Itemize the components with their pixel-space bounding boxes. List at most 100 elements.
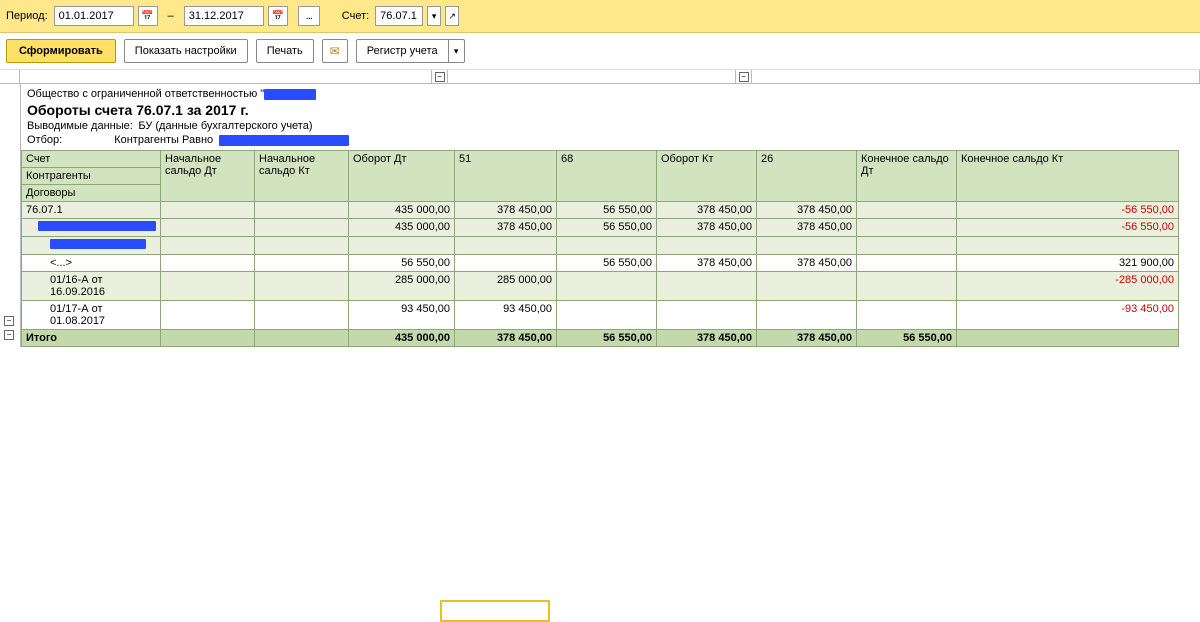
num-cell[interactable]: 321 900,00 (957, 255, 1179, 272)
num-cell[interactable] (455, 237, 557, 255)
num-cell[interactable] (557, 237, 657, 255)
register-dropdown[interactable]: Регистр учета ▾ (356, 39, 465, 63)
num-cell[interactable]: -93 450,00 (957, 301, 1179, 330)
num-cell[interactable]: 378 450,00 (757, 202, 857, 219)
period-label: Период: (6, 10, 48, 22)
num-cell[interactable]: 56 550,00 (857, 330, 957, 347)
show-settings-button[interactable]: Показать настройки (124, 39, 248, 63)
num-cell[interactable]: -56 550,00 (957, 219, 1179, 237)
num-cell[interactable] (857, 219, 957, 237)
row-label[interactable]: <...> (22, 255, 161, 272)
num-cell[interactable]: -285 000,00 (957, 272, 1179, 301)
calendar-to-button[interactable]: 📅 (268, 6, 288, 26)
num-cell[interactable] (757, 272, 857, 301)
num-cell[interactable] (757, 301, 857, 330)
num-cell[interactable]: -56 550,00 (957, 202, 1179, 219)
envelope-icon: ✉ (330, 44, 340, 58)
date-to-input[interactable] (184, 6, 264, 26)
num-cell[interactable] (349, 237, 455, 255)
num-cell[interactable] (255, 301, 349, 330)
account-input[interactable] (375, 6, 423, 26)
num-cell[interactable] (255, 272, 349, 301)
num-cell[interactable]: 56 550,00 (557, 255, 657, 272)
num-cell[interactable]: 285 000,00 (455, 272, 557, 301)
data-table: Счет Начальное сальдо Дт Начальное сальд… (21, 150, 1179, 347)
num-cell[interactable] (857, 272, 957, 301)
num-cell[interactable]: 435 000,00 (349, 202, 455, 219)
collapse-toggle[interactable]: − (435, 72, 445, 82)
num-cell[interactable] (161, 272, 255, 301)
num-cell[interactable] (857, 202, 957, 219)
num-cell[interactable] (557, 272, 657, 301)
col-contracts: Договоры (22, 185, 161, 202)
row-label[interactable] (22, 219, 161, 237)
row-label[interactable]: 76.07.1 (22, 202, 161, 219)
row-label[interactable]: 01/17-А от 01.08.2017 (22, 301, 161, 330)
row-label[interactable]: 01/16-А от 16.09.2016 (22, 272, 161, 301)
num-cell[interactable] (255, 255, 349, 272)
period-dialog-button[interactable]: ... (298, 6, 320, 26)
num-cell[interactable] (657, 272, 757, 301)
num-cell[interactable] (161, 202, 255, 219)
account-open-button[interactable]: ↗ (445, 6, 459, 26)
register-button[interactable]: Регистр учета (356, 39, 449, 63)
num-cell[interactable] (255, 237, 349, 255)
num-cell[interactable]: 435 000,00 (349, 219, 455, 237)
date-from-input[interactable] (54, 6, 134, 26)
num-cell[interactable] (255, 202, 349, 219)
num-cell[interactable]: 378 450,00 (757, 330, 857, 347)
num-cell[interactable]: 56 550,00 (557, 219, 657, 237)
num-cell[interactable] (857, 255, 957, 272)
generate-button[interactable]: Сформировать (6, 39, 116, 63)
action-toolbar: Сформировать Показать настройки Печать ✉… (0, 33, 1200, 70)
account-dropdown-button[interactable]: ▾ (427, 6, 441, 26)
num-cell[interactable] (957, 237, 1179, 255)
num-cell[interactable]: 93 450,00 (455, 301, 557, 330)
num-cell[interactable]: 378 450,00 (657, 219, 757, 237)
redacted-text (264, 89, 316, 100)
expand-toggle[interactable]: − (4, 316, 14, 326)
num-cell[interactable] (757, 237, 857, 255)
total-label[interactable]: Итого (22, 330, 161, 347)
collapse-toggle[interactable]: − (739, 72, 749, 82)
num-cell[interactable]: 56 550,00 (349, 255, 455, 272)
num-cell[interactable]: 285 000,00 (349, 272, 455, 301)
num-cell[interactable]: 93 450,00 (349, 301, 455, 330)
num-cell[interactable] (455, 255, 557, 272)
ellipsis-icon: ... (306, 10, 312, 22)
num-cell[interactable] (657, 301, 757, 330)
num-cell[interactable]: 378 450,00 (657, 255, 757, 272)
num-cell[interactable]: 378 450,00 (757, 255, 857, 272)
col-start-kt: Начальное сальдо Кт (255, 151, 349, 202)
col-51: 51 (455, 151, 557, 202)
num-cell[interactable]: 56 550,00 (557, 202, 657, 219)
col-end-dt: Конечное сальдо Дт (857, 151, 957, 202)
col-end-kt: Конечное сальдо Кт (957, 151, 1179, 202)
num-cell[interactable] (657, 237, 757, 255)
expand-toggle[interactable]: − (4, 330, 14, 340)
num-cell[interactable] (161, 255, 255, 272)
num-cell[interactable]: 378 450,00 (455, 202, 557, 219)
num-cell[interactable] (161, 237, 255, 255)
email-button[interactable]: ✉ (322, 39, 348, 63)
num-cell[interactable] (161, 219, 255, 237)
num-cell[interactable] (857, 237, 957, 255)
num-cell[interactable] (161, 301, 255, 330)
num-cell[interactable]: 378 450,00 (455, 330, 557, 347)
row-label[interactable] (22, 237, 161, 255)
print-button[interactable]: Печать (256, 39, 314, 63)
num-cell[interactable]: 378 450,00 (657, 330, 757, 347)
num-cell[interactable] (161, 330, 255, 347)
calendar-from-button[interactable]: 📅 (138, 6, 158, 26)
num-cell[interactable] (957, 330, 1179, 347)
num-cell[interactable]: 378 450,00 (757, 219, 857, 237)
num-cell[interactable] (557, 301, 657, 330)
num-cell[interactable]: 56 550,00 (557, 330, 657, 347)
chevron-down-icon[interactable]: ▾ (449, 39, 465, 63)
num-cell[interactable]: 378 450,00 (657, 202, 757, 219)
num-cell[interactable] (255, 219, 349, 237)
num-cell[interactable]: 435 000,00 (349, 330, 455, 347)
num-cell[interactable] (857, 301, 957, 330)
num-cell[interactable]: 378 450,00 (455, 219, 557, 237)
num-cell[interactable] (255, 330, 349, 347)
